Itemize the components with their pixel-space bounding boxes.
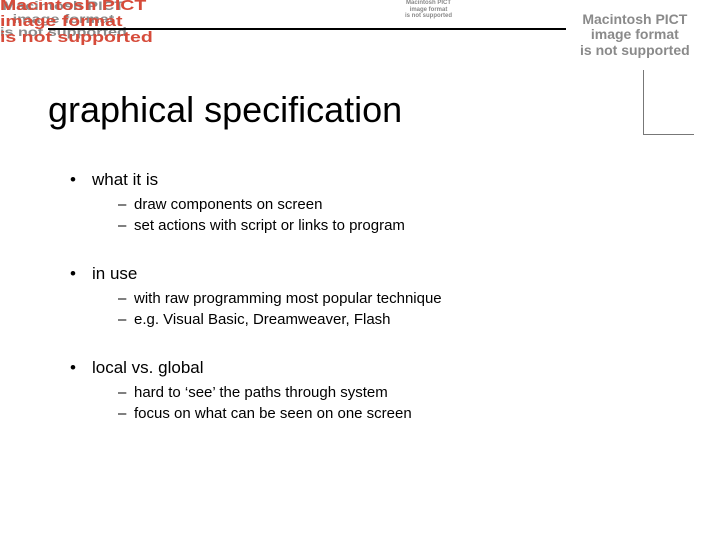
bullet-2-sub-2: e.g. Visual Basic, Dreamweaver, Flash [134, 311, 391, 328]
slide-body: •what it is –draw components on screen –… [70, 170, 660, 424]
pict-error-ghost-3: Macintosh PICT image format is not suppo… [580, 12, 690, 58]
bullet-2-label: in use [92, 264, 137, 283]
bullet-dot-icon: • [70, 358, 92, 378]
decorative-box [643, 70, 694, 135]
bullet-2: •in use [70, 264, 660, 284]
pict-error-red: Macintosh PICT image format is not suppo… [0, 0, 153, 45]
bullet-1-label: what it is [92, 170, 158, 189]
bullet-1-sublist: –draw components on screen –set actions … [118, 194, 660, 236]
dash-icon: – [118, 288, 134, 309]
pict-error-ghost-2: Macintosh PICT image format is not suppo… [405, 0, 452, 20]
slide-title: graphical specification [48, 92, 402, 128]
bullet-dot-icon: • [70, 264, 92, 284]
bullet-3-label: local vs. global [92, 358, 204, 377]
bullet-3-sub-2: focus on what can be seen on one screen [134, 405, 412, 422]
dash-icon: – [118, 382, 134, 403]
dash-icon: – [118, 215, 134, 236]
bullet-1-sub-1: draw components on screen [134, 196, 322, 213]
title-divider [48, 28, 566, 30]
bullet-3: •local vs. global [70, 358, 660, 378]
dash-icon: – [118, 403, 134, 424]
bullet-1: •what it is [70, 170, 660, 190]
bullet-2-sublist: –with raw programming most popular techn… [118, 288, 660, 330]
bullet-3-sublist: –hard to ‘see’ the paths through system … [118, 382, 660, 424]
bullet-2-sub-1: with raw programming most popular techni… [134, 290, 442, 307]
bullet-3-sub-1: hard to ‘see’ the paths through system [134, 384, 388, 401]
dash-icon: – [118, 194, 134, 215]
dash-icon: – [118, 309, 134, 330]
bullet-dot-icon: • [70, 170, 92, 190]
bullet-1-sub-2: set actions with script or links to prog… [134, 217, 405, 234]
